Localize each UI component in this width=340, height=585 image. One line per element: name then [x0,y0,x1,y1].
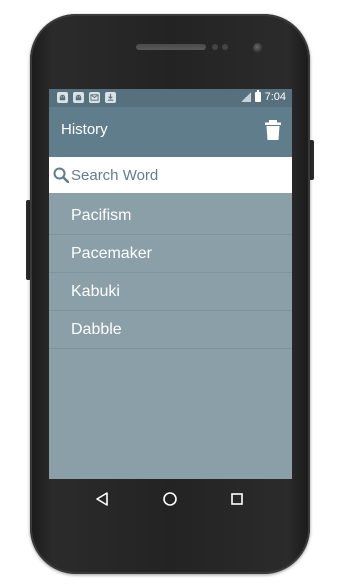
earpiece-speaker [136,44,206,50]
battery-icon [254,90,261,102]
back-icon[interactable] [92,489,112,509]
list-item-label: Dabble [71,320,122,338]
list-item[interactable]: Dabble [49,311,292,349]
light-sensor [222,44,228,50]
list-item[interactable]: Pacemaker [49,235,292,273]
android-icon [57,92,68,103]
home-icon[interactable] [160,489,180,509]
clock: 7:04 [264,91,286,103]
front-camera [253,43,263,53]
download-icon [105,92,116,103]
status-bar: 7:04 [49,89,292,107]
recents-icon[interactable] [227,489,247,509]
system-status: 7:04 [240,90,286,103]
history-list: Pacifism Pacemaker Kabuki Dabble [49,197,292,349]
screen: 7:04 History Pacifism Pacemaker Kabuki D… [49,89,292,479]
android-icon [73,92,84,103]
navigation-bar [49,479,292,519]
list-item-label: Pacifism [71,206,132,224]
search-icon [53,167,69,183]
trash-icon[interactable] [264,119,282,141]
list-item[interactable]: Pacifism [49,197,292,235]
proximity-sensor [212,44,218,50]
search-input[interactable] [71,163,281,187]
search-bar [49,157,292,193]
page-title: History [61,121,108,138]
list-item-label: Pacemaker [71,244,152,262]
notification-icons [57,92,116,103]
app-bar: History [49,107,292,157]
list-item-label: Kabuki [71,282,120,300]
gmail-icon [89,92,100,103]
no-signal-icon [240,92,251,102]
list-item[interactable]: Kabuki [49,273,292,311]
